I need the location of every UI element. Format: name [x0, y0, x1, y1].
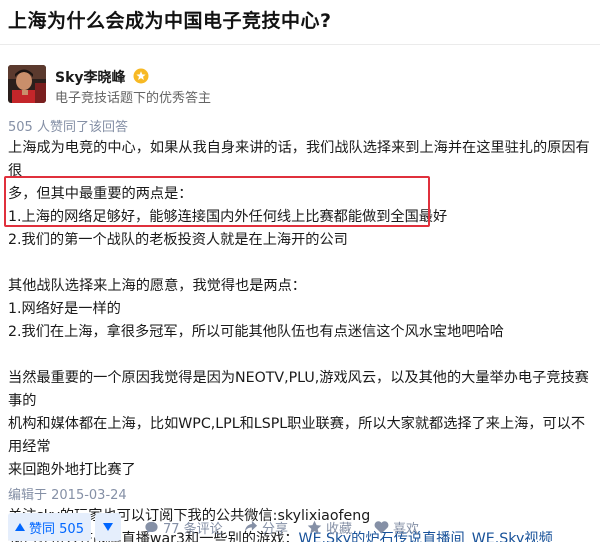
question-title[interactable]: 上海为什么会成为中国电子竞技中心? [8, 6, 332, 33]
avatar[interactable] [8, 65, 46, 103]
collect-button[interactable]: 收藏 [307, 513, 352, 541]
author-description: 电子竞技话题下的优秀答主 [55, 91, 212, 106]
paragraph-line: 2.我们在上海，拿很多冠军，所以可能其他队伍也有点迷信这个风水宝地吧哈哈 [8, 324, 504, 340]
vote-summary: 505 人赞同了该回答 [8, 120, 128, 135]
comments-button[interactable]: 77 条评论 [144, 513, 223, 541]
heart-icon [374, 521, 389, 534]
vote-up-button[interactable]: 赞同 505 [8, 513, 91, 541]
paragraph-line: 来回跑外地打比赛了 [8, 462, 136, 478]
triangle-down-icon [103, 523, 113, 531]
highlighted-point: 2.我们的第一个战队的老板投资人就是在上海开的公司 [8, 232, 348, 248]
comment-icon [145, 521, 158, 533]
comments-label: 77 条评论 [163, 521, 223, 537]
share-label: 分享 [262, 521, 289, 537]
collect-label: 收藏 [326, 521, 353, 537]
share-icon [244, 520, 258, 532]
star-icon [307, 520, 322, 534]
paragraph-line: 当然最重要的一个原因我觉得是因为NEOTV,PLU,游戏风云，以及其他的大量举办… [8, 370, 589, 409]
paragraph-line: 1.网络好是一样的 [8, 301, 121, 317]
author-info: Sky李晓峰 电子竞技话题下的优秀答主 [8, 65, 408, 106]
avatar-photo-icon [8, 65, 46, 103]
vote-up-label: 赞同 505 [29, 521, 84, 537]
divider [0, 44, 600, 45]
paragraph-line: 其他战队选择来上海的愿意，我觉得也是两点： [8, 278, 306, 294]
author-name[interactable]: Sky李晓峰 [55, 67, 126, 87]
like-label: 喜欢 [393, 521, 420, 537]
action-bar: 赞同 505 77 条评论 分享 收藏 喜欢 [0, 513, 600, 542]
share-button[interactable]: 分享 [244, 513, 288, 541]
triangle-up-icon [15, 523, 26, 531]
vote-down-button[interactable] [95, 513, 121, 541]
highlight-annotation-box [4, 176, 430, 227]
like-button[interactable]: 喜欢 [374, 513, 419, 541]
paragraph-line: 机构和媒体都在上海，比如WPC,LPL和LSPL职业联赛，所以大家就都选择了来上… [8, 416, 586, 455]
edited-date[interactable]: 编辑于 2015-03-24 [8, 484, 127, 503]
excellent-answerer-badge-icon[interactable] [133, 68, 149, 84]
